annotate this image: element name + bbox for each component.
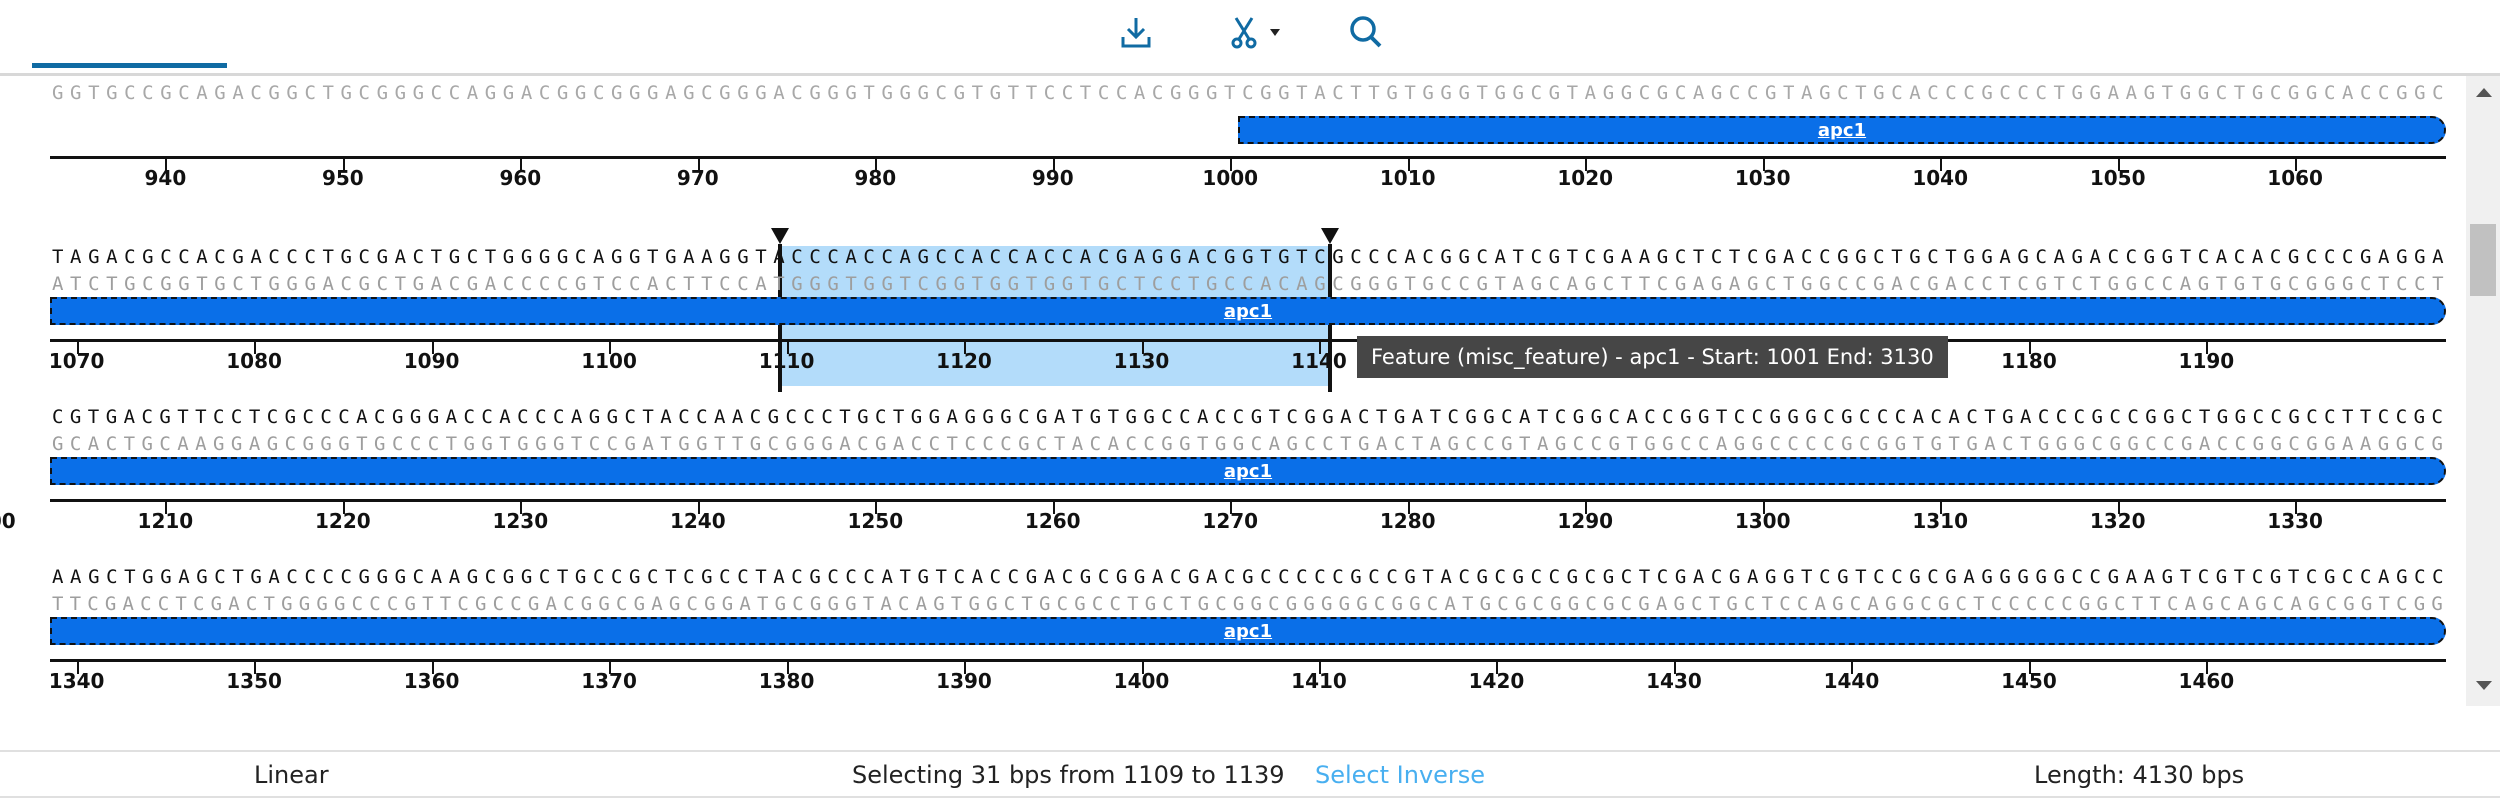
axis-tick-label: 1460 [2178,669,2235,693]
active-tab-indicator [32,63,227,68]
axis-tick-label: 1410 [1291,669,1347,693]
axis-tick-label: 1200 [0,509,16,533]
axis-tick-label: 1440 [1823,669,1880,693]
reverse-strand-sequence[interactable]: TTCGACCTCGACTGGGGCCCGTTCGCCGACGGCGAGCGGA… [50,593,2446,615]
forward-strand-sequence[interactable]: TAGACGCCACGACCCTGCGACTGCTGGGGCAGGTGAAGGT… [50,246,2446,268]
position-axis [50,156,2446,159]
axis-tick-label: 980 [854,166,897,190]
reverse-strand-sequence[interactable]: GGTGCCGCAGACGGCTGCGGGCCAGGACGGCGGGAGCGGG… [50,82,2446,104]
reverse-strand-sequence[interactable]: ATCTGCGGTGCTGGGACGCTGACGACCCCGTCCACTTCCA… [50,273,2446,295]
feature-label[interactable]: apc1 [1224,301,1272,322]
position-axis [50,659,2446,662]
feature-apc1[interactable]: apc1 [50,457,2446,485]
chevron-down-icon[interactable] [1267,24,1283,40]
sequence-row: TAGACGCCACGACCCTGCGACTGCTGGGGCAGGTGAAGGT… [49,196,2446,392]
axis-tick-label: 1450 [2001,669,2057,693]
axis-tick-label: 1350 [226,669,282,693]
cut-icon [1231,17,1257,49]
axis-tick-label: 940 [144,166,187,190]
caret-handle-icon[interactable] [1320,228,1339,244]
axis-tick-label: 1380 [758,669,815,693]
axis-tick-label: 990 [1031,166,1074,190]
sequence-length: Length: 4130 bps [2034,761,2245,789]
axis-tick-label: 970 [676,166,719,190]
sequence-row: AAGCTGGAGCTGACCCCGGGCAAGCGGCTGCCGCTCGCCT… [49,516,2446,693]
position-axis [50,339,2446,342]
sequence-row: CGTGACGTTCCTCGCCCACGGGACCACCCAGGCTACCAAC… [0,356,2446,533]
topology-label: Linear [254,761,329,789]
axis-tick-label: 1000 [1202,166,1259,190]
axis-tick-label: 1390 [936,669,992,693]
axis-tick-label: 1370 [581,669,637,693]
toolbar [0,0,2500,76]
feature-label[interactable]: apc1 [1224,461,1272,482]
axis-tick-label: 1050 [2089,166,2146,190]
axis-tick-label: 1060 [2267,166,2323,190]
feature-label[interactable]: apc1 [1818,120,1866,141]
feature-apc1[interactable]: apc1 [1238,116,2446,144]
axis-tick-label: 1040 [1912,166,1969,190]
axis-tick-label: 1430 [1646,669,1702,693]
feature-apc1[interactable]: apc1 [50,297,2446,325]
cut-button[interactable] [1220,8,1290,56]
feature-tooltip: Feature (misc_feature) - apc1 - Start: 1… [1357,336,1948,378]
feature-label[interactable]: apc1 [1224,621,1272,642]
axis-tick-label: 1360 [403,669,460,693]
selection-info: Selecting 31 bps from 1109 to 1139 [852,761,1285,789]
axis-tick-label: 1340 [48,669,105,693]
sequence-viewer[interactable]: GGTGCCGCAGACGGCTGCGGGCCAGGACGGCGGGAGCGGG… [0,76,2466,708]
scroll-down-arrow-icon[interactable] [2476,681,2492,690]
scrollbar-thumb[interactable] [2470,224,2496,296]
scroll-up-arrow-icon[interactable] [2476,88,2492,97]
caret-handle-icon[interactable] [770,228,789,244]
axis-tick-label: 1030 [1734,166,1791,190]
status-bar: Linear Selecting 31 bps from 1109 to 113… [0,750,2500,798]
reverse-strand-sequence[interactable]: GCACTGCAAGGAGCGGGTGCCCTGGTGGGTCCGATGGTTG… [50,433,2446,455]
axis-tick-label: 1010 [1379,166,1436,190]
position-axis [50,499,2446,502]
download-icon [1121,18,1151,48]
feature-apc1[interactable]: apc1 [50,617,2446,645]
forward-strand-sequence[interactable]: AAGCTGGAGCTGACCCCGGGCAAGCGGCTGCCGCTCGCCT… [50,566,2446,588]
search-icon [1350,16,1382,48]
axis-tick-label: 950 [321,166,364,190]
download-button[interactable] [1118,8,1154,56]
axis-tick-label: 1420 [1468,669,1525,693]
vertical-scrollbar[interactable] [2466,76,2500,706]
select-inverse-link[interactable]: Select Inverse [1315,761,1485,789]
axis-tick-label: 960 [499,166,542,190]
axis-tick-label: 1400 [1113,669,1170,693]
search-button[interactable] [1348,8,1384,56]
forward-strand-sequence[interactable]: CGTGACGTTCCTCGCCCACGGGACCACCCAGGCTACCAAC… [50,406,2446,428]
axis-tick-label: 1020 [1557,166,1614,190]
